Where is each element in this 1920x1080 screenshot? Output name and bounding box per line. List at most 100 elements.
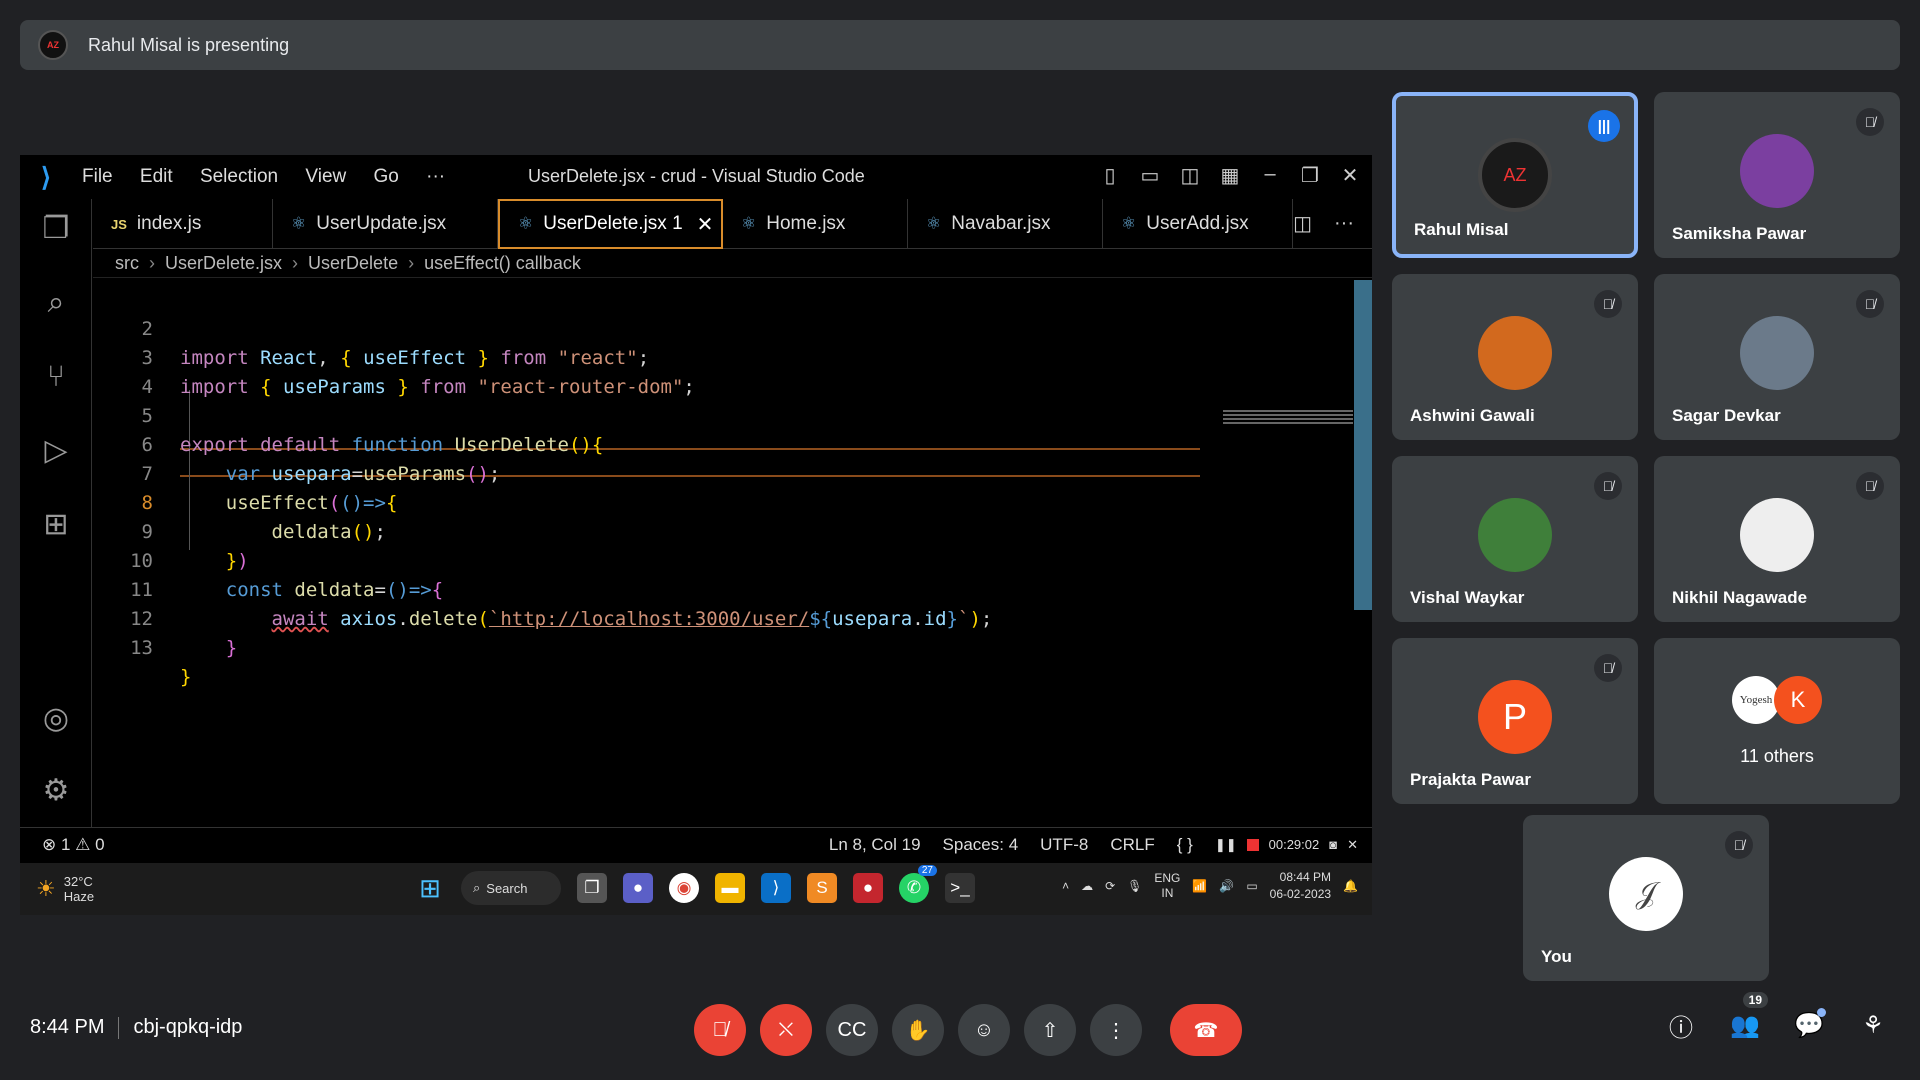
more-options-button[interactable]: ⋮ <box>1090 1004 1142 1056</box>
leave-call-button[interactable]: ☎ <box>1170 1004 1242 1056</box>
toggle-sidebar-icon[interactable]: ▯ <box>1098 163 1122 188</box>
windows-start-icon[interactable]: ⊞ <box>415 873 445 903</box>
weather-widget[interactable]: ☀ 32°C Haze <box>36 874 94 904</box>
raise-hand-button[interactable]: ✋ <box>892 1004 944 1056</box>
wifi-icon[interactable]: 📶 <box>1192 879 1207 893</box>
region-code: IN <box>1161 886 1174 900</box>
participant-name: Nikhil Nagawade <box>1672 588 1808 607</box>
mic-off-button[interactable]: 🎙̸ <box>694 1004 746 1056</box>
menu-selection[interactable]: Selection <box>200 166 278 187</box>
camera-off-button[interactable]: ⛌ <box>760 1004 812 1056</box>
toggle-secondary-sidebar-icon[interactable]: ◫ <box>1178 163 1202 188</box>
toggle-panel-icon[interactable]: ▭ <box>1138 163 1162 188</box>
stop-icon[interactable] <box>1246 838 1259 851</box>
battery-icon[interactable]: ▭ <box>1246 879 1257 893</box>
task-view-icon[interactable]: ❐ <box>577 873 607 903</box>
self-tile[interactable]: 𝒥 🎙̸ You <box>1523 815 1769 981</box>
whatsapp-icon[interactable]: ✆ 27 <box>899 865 937 903</box>
taskbar-clock[interactable]: 08:44 PM 06-02-2023 <box>1270 869 1331 903</box>
encoding-status[interactable]: UTF-8 <box>1040 835 1088 855</box>
menu-edit[interactable]: Edit <box>140 166 173 187</box>
tab-index-js[interactable]: JS index.js <box>93 199 273 249</box>
tab-userupdate[interactable]: ⚛ UserUpdate.jsx <box>273 199 498 249</box>
language-status[interactable]: { } <box>1177 835 1193 855</box>
notifications-icon[interactable]: 🔔 <box>1343 879 1358 893</box>
search-icon[interactable]: ⌕ <box>38 285 74 321</box>
menu-file[interactable]: File <box>82 166 113 187</box>
extensions-icon[interactable]: ⊞ <box>38 507 74 543</box>
chat-button[interactable]: 💬 <box>1792 1008 1826 1042</box>
menu-more[interactable]: ··· <box>426 166 445 187</box>
code-editor[interactable]: 2 import React, { useEffect } from "reac… <box>93 280 1372 826</box>
chevron-right-icon: › <box>149 253 155 273</box>
participant-tile-ashwini[interactable]: 🎙̸ Ashwini Gawali <box>1392 274 1638 440</box>
close-window-icon[interactable]: ✕ <box>1338 163 1362 188</box>
participant-name: Prajakta Pawar <box>1410 770 1531 789</box>
recorder-app-icon[interactable]: ● <box>853 873 883 903</box>
language-indicator[interactable]: ENG IN <box>1154 871 1180 901</box>
tab-home[interactable]: ⚛ Home.jsx <box>723 199 908 249</box>
eol-status[interactable]: CRLF <box>1110 835 1154 855</box>
camera-icon[interactable]: ◙ <box>1329 837 1337 852</box>
code-line: 13 } <box>93 605 1372 688</box>
account-icon[interactable]: ◎ <box>38 701 74 737</box>
activities-button[interactable]: ⚘ <box>1856 1008 1890 1042</box>
weather-icon: ☀ <box>36 876 56 901</box>
participant-tile-vishal[interactable]: 🎙̸ Vishal Waykar <box>1392 456 1638 622</box>
reactions-button[interactable]: ☺ <box>958 1004 1010 1056</box>
others-tile[interactable]: Yogesh K 11 others <box>1654 638 1900 804</box>
tab-useradd[interactable]: ⚛ UserAdd.jsx <box>1103 199 1293 249</box>
participant-name: Samiksha Pawar <box>1672 224 1807 243</box>
chrome-icon[interactable]: ◉ <box>669 873 699 903</box>
close-tab-icon[interactable]: ✕ <box>697 212 714 237</box>
volume-icon[interactable]: 🔊 <box>1219 879 1234 893</box>
presenting-text: Rahul Misal is presenting <box>88 34 290 55</box>
run-debug-icon[interactable]: ▷ <box>38 433 74 469</box>
sync-icon[interactable]: ⟳ <box>1105 879 1115 893</box>
microphone-icon[interactable]: 🎙 <box>1127 879 1142 893</box>
more-actions-icon[interactable]: ··· <box>1334 212 1354 235</box>
tab-userdelete[interactable]: ⚛ UserDelete.jsx 1 ✕ <box>498 199 723 249</box>
editor-scrollbar[interactable] <box>1354 280 1372 610</box>
breadcrumb-callback[interactable]: useEffect() callback <box>424 253 581 274</box>
onedrive-icon[interactable]: ☁ <box>1081 879 1093 893</box>
terminal-icon[interactable]: >_ <box>945 873 975 903</box>
camera-off-icon: ⛌ <box>778 1018 794 1041</box>
restore-icon[interactable]: ❐ <box>1298 163 1322 188</box>
teams-chat-icon[interactable]: ● <box>623 873 653 903</box>
participant-tile-prajakta[interactable]: P 🎙̸ Prajakta Pawar <box>1392 638 1638 804</box>
tab-navabar[interactable]: ⚛ Navabar.jsx <box>908 199 1103 249</box>
close-recorder-icon[interactable]: ✕ <box>1347 837 1358 853</box>
avatar <box>1740 134 1814 208</box>
split-editor-icon[interactable]: ◫ <box>1293 211 1312 236</box>
participant-tile-sagar[interactable]: 🎙̸ Sagar Devkar <box>1654 274 1900 440</box>
menu-go[interactable]: Go <box>374 166 399 187</box>
meeting-details-button[interactable]: ⓘ <box>1664 1008 1698 1042</box>
customize-layout-icon[interactable]: ▦ <box>1218 163 1242 188</box>
people-button[interactable]: 👥 19 <box>1728 992 1768 1042</box>
pause-icon[interactable]: ❚❚ <box>1215 837 1237 853</box>
problems-status[interactable]: ⊗ 1 ⚠ 0 <box>20 835 105 855</box>
captions-button[interactable]: CC <box>826 1004 878 1056</box>
participant-tile-samiksha[interactable]: 🎙̸ Samiksha Pawar <box>1654 92 1900 258</box>
breadcrumb-file[interactable]: UserDelete.jsx <box>165 253 282 274</box>
settings-gear-icon[interactable]: ⚙ <box>38 773 74 809</box>
menu-view[interactable]: View <box>305 166 346 187</box>
cursor-position[interactable]: Ln 8, Col 19 <box>829 835 921 855</box>
lang-code: ENG <box>1154 871 1181 885</box>
indentation-status[interactable]: Spaces: 4 <box>943 835 1019 855</box>
breadcrumb-component[interactable]: UserDelete <box>308 253 398 274</box>
participant-tile-rahul[interactable]: AZ ||| Rahul Misal <box>1392 92 1638 258</box>
present-button[interactable]: ⇧ <box>1024 1004 1076 1056</box>
breadcrumb-src[interactable]: src <box>115 253 139 274</box>
hand-icon: ✋ <box>905 1019 931 1042</box>
file-explorer-icon[interactable]: ▬ <box>715 873 745 903</box>
taskbar-search[interactable]: ⌕ Search <box>461 871 561 905</box>
vscode-taskbar-icon[interactable]: ⟩ <box>761 873 791 903</box>
minimize-icon[interactable]: – <box>1258 163 1282 188</box>
sublime-icon[interactable]: S <box>807 873 837 903</box>
explorer-icon[interactable]: ❐ <box>38 211 74 247</box>
source-control-icon[interactable]: ⑂ <box>38 359 74 395</box>
participant-tile-nikhil[interactable]: 🎙̸ Nikhil Nagawade <box>1654 456 1900 622</box>
chevron-up-icon[interactable]: ˄ <box>1062 879 1069 893</box>
